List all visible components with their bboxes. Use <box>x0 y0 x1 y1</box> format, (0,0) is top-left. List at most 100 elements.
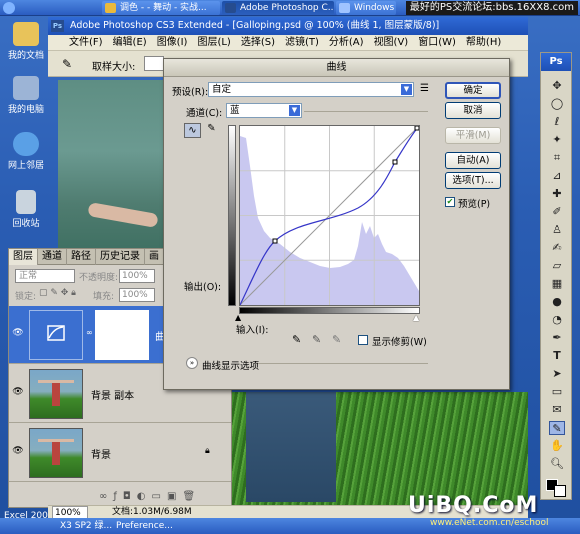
desktop-icon-my-documents[interactable]: 我的文档 <box>4 22 48 61</box>
menu-select[interactable]: 选择(S) <box>236 35 280 51</box>
options-button[interactable]: 选项(T)... <box>445 172 501 189</box>
group-icon[interactable]: ▭ <box>152 491 167 502</box>
menu-view[interactable]: 视图(V) <box>369 35 414 51</box>
zoom-tool-icon[interactable]: 🔍︎ <box>549 457 565 471</box>
ok-button[interactable]: 确定 <box>445 82 501 99</box>
white-point-slider-icon[interactable]: ▲ <box>413 313 419 322</box>
eyedropper-icon[interactable]: ✎ <box>62 57 72 71</box>
eye-icon[interactable]: 👁︎ <box>12 387 24 397</box>
image-canvas[interactable] <box>58 80 168 258</box>
desktop-icon-my-computer[interactable]: 我的电脑 <box>4 76 48 115</box>
preset-select[interactable]: 自定 ▼ <box>208 82 414 97</box>
mask-icon[interactable]: ◘ <box>123 491 137 502</box>
taskbar-item-excel[interactable]: Excel 200 <box>4 508 48 524</box>
curve-graph[interactable] <box>239 125 420 306</box>
channel-divider <box>304 111 428 112</box>
preview-checkbox[interactable]: ✔ <box>445 197 455 207</box>
type-tool-icon[interactable]: T <box>549 349 565 363</box>
taskbar-button-windows-media[interactable]: Windows M... <box>336 1 396 15</box>
lasso-tool-icon[interactable]: ℓ <box>549 115 565 129</box>
auto-button[interactable]: 自动(A) <box>445 152 501 169</box>
menu-edit[interactable]: 编辑(E) <box>108 35 152 51</box>
move-tool-icon[interactable]: ✥ <box>549 79 565 93</box>
dodge-tool-icon[interactable]: ◔ <box>549 313 565 327</box>
taskbar-item-x3[interactable]: X3 SP2 绿... <box>60 518 112 534</box>
healing-brush-icon[interactable]: ✚ <box>549 187 565 201</box>
curve-endpoint[interactable] <box>414 125 420 131</box>
shape-tool-icon[interactable]: ▭ <box>549 385 565 399</box>
layer-mask-thumbnail[interactable] <box>95 310 149 360</box>
stamp-tool-icon[interactable]: ♙ <box>549 223 565 237</box>
black-eyedropper-icon[interactable]: ✎ <box>292 333 301 346</box>
magic-wand-icon[interactable]: ✦ <box>549 133 565 147</box>
fill-field[interactable]: 100% <box>119 288 155 302</box>
desktop-icon-recycle-bin[interactable]: 回收站 <box>4 190 48 229</box>
white-eyedropper-icon[interactable]: ✎ <box>332 333 341 346</box>
taskbar-item-preferences[interactable]: Preference... <box>116 518 173 534</box>
desktop-icon-network[interactable]: 网上邻居 <box>4 132 48 171</box>
curve-point-tool-icon[interactable]: ∿ <box>184 123 201 138</box>
menu-layer[interactable]: 图层(L) <box>192 35 235 51</box>
link-icon: ∞ <box>86 328 93 337</box>
eye-icon[interactable]: 👁︎ <box>12 446 24 456</box>
expand-chevron-icon[interactable]: » <box>186 357 198 369</box>
output-gradient-bar <box>228 125 236 306</box>
preset-options-icon[interactable]: ☰ <box>420 83 429 94</box>
gradient-tool-icon[interactable]: ▦ <box>549 277 565 291</box>
tab-brushes[interactable]: 画 <box>145 249 164 265</box>
pencil-tool-icon[interactable]: ✎ <box>204 123 219 138</box>
cancel-button[interactable]: 取消 <box>445 102 501 119</box>
computer-icon <box>13 76 39 100</box>
blur-tool-icon[interactable]: ● <box>549 295 565 309</box>
ie-icon[interactable] <box>3 2 15 14</box>
tab-layers[interactable]: 图层 <box>9 249 38 265</box>
adjustment-icon[interactable]: ◐ <box>137 491 152 502</box>
link-layers-icon[interactable]: ∞ <box>99 491 113 502</box>
new-layer-icon[interactable]: ▣ <box>167 491 182 502</box>
path-select-icon[interactable]: ➤ <box>549 367 565 381</box>
menu-window[interactable]: 窗口(W) <box>413 35 461 51</box>
photoshop-icon: Ps <box>51 20 64 32</box>
layer-row-background[interactable]: 👁︎ 背景 🔒︎ <box>9 424 231 482</box>
fx-icon[interactable]: ƒ <box>113 491 123 502</box>
slice-tool-icon[interactable]: ⊿ <box>549 169 565 183</box>
eye-icon[interactable]: 👁︎ <box>12 328 24 338</box>
sample-size-field[interactable] <box>144 56 164 71</box>
tab-channels[interactable]: 通道 <box>38 249 67 265</box>
preview-label: 预览(P) <box>458 199 491 210</box>
eraser-tool-icon[interactable]: ▱ <box>549 259 565 273</box>
menu-analysis[interactable]: 分析(A) <box>324 35 369 51</box>
pen-tool-icon[interactable]: ✒ <box>549 331 565 345</box>
layers-footer: ∞ƒ◘◐▭▣🗑︎ <box>9 487 231 507</box>
blend-mode-select[interactable]: 正常 <box>15 269 75 283</box>
ie-icon <box>105 3 116 13</box>
menu-filter[interactable]: 滤镜(T) <box>280 35 324 51</box>
channel-select[interactable]: 蓝 ▼ <box>226 103 302 118</box>
eyedropper-tool-icon[interactable]: ✎ <box>549 421 565 435</box>
menu-image[interactable]: 图像(I) <box>152 35 193 51</box>
taskbar-button-photoshop[interactable]: Adobe Photoshop C... <box>222 1 334 15</box>
curve-point[interactable] <box>392 159 398 165</box>
smooth-button[interactable]: 平滑(M) <box>445 127 501 144</box>
menu-help[interactable]: 帮助(H) <box>461 35 506 51</box>
taskbar-button-1[interactable]: 调色 - - 舞动 - 实战... <box>102 1 220 15</box>
show-clipping-label: 显示修剪(W) <box>372 337 427 348</box>
lock-icons[interactable]: ▢ ✎ ✥ 🔒︎ <box>39 288 76 298</box>
gray-eyedropper-icon[interactable]: ✎ <box>312 333 321 346</box>
marquee-tool-icon[interactable]: ◯ <box>549 97 565 111</box>
background-color-swatch[interactable] <box>554 485 566 497</box>
curve-point[interactable] <box>272 238 278 244</box>
tab-history[interactable]: 历史记录 <box>96 249 145 265</box>
brush-tool-icon[interactable]: ✐ <box>549 205 565 219</box>
watermark-bottom-url: www.eNet.com.cn/eschool <box>430 518 549 528</box>
notes-tool-icon[interactable]: ✉ <box>549 403 565 417</box>
history-brush-icon[interactable]: ✍ <box>549 241 565 255</box>
menu-file[interactable]: 文件(F) <box>64 35 108 51</box>
show-clipping-checkbox[interactable] <box>358 335 368 345</box>
black-point-slider-icon[interactable]: ▲ <box>235 313 241 322</box>
opacity-field[interactable]: 100% <box>119 269 155 283</box>
trash-icon[interactable]: 🗑︎ <box>182 491 201 502</box>
crop-tool-icon[interactable]: ⌗ <box>549 151 565 165</box>
hand-tool-icon[interactable]: ✋ <box>549 439 565 453</box>
tab-paths[interactable]: 路径 <box>67 249 96 265</box>
